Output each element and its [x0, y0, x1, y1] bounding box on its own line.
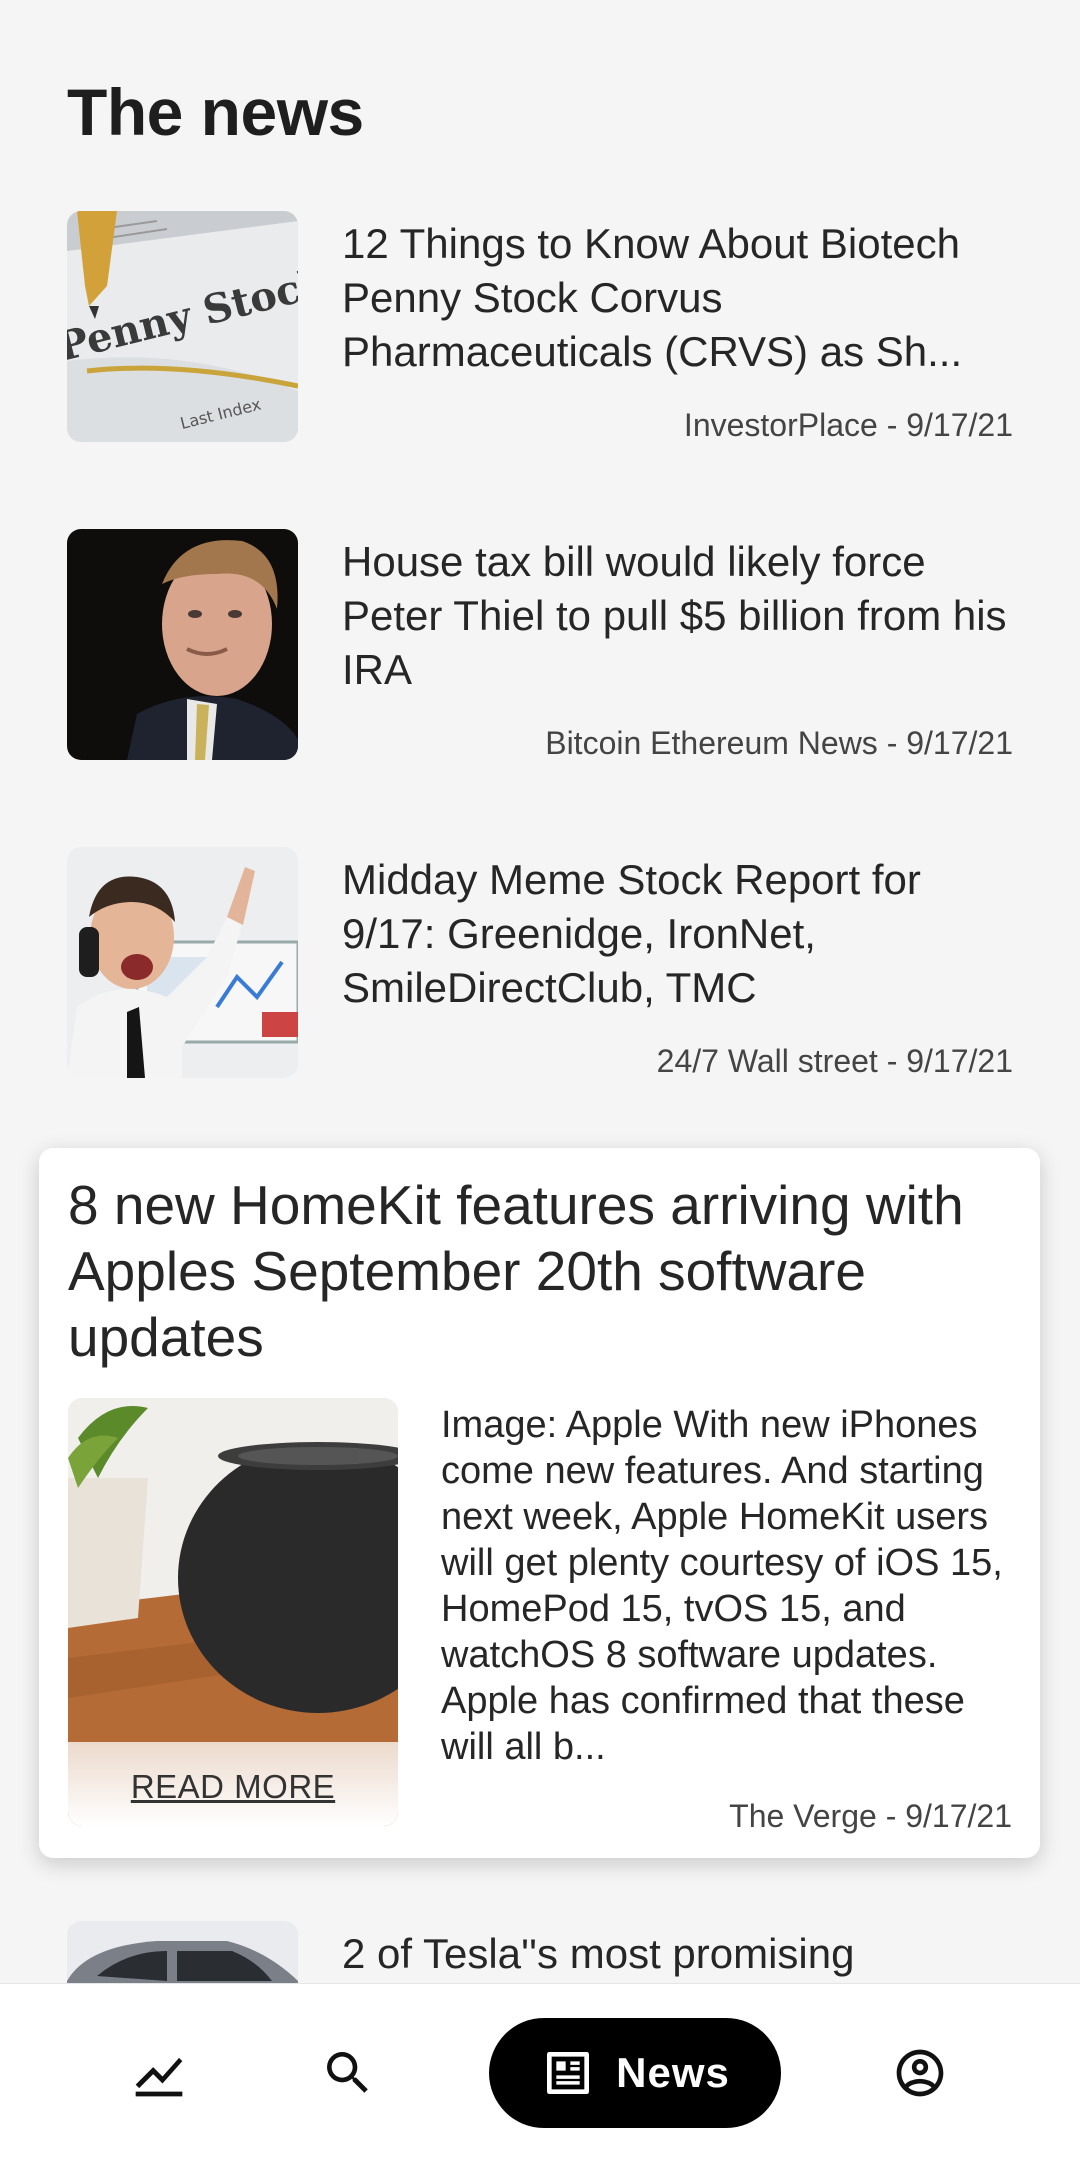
- article-title[interactable]: 2 of Tesla''s most promising: [342, 1927, 1022, 1981]
- featured-article-image[interactable]: READ MORE: [68, 1398, 398, 1826]
- trader-image: [67, 847, 298, 1078]
- read-more-link[interactable]: READ MORE: [68, 1768, 398, 1806]
- article-thumbnail[interactable]: [67, 847, 298, 1078]
- news-item[interactable]: Midday Meme Stock Report for 9/17: Green…: [67, 847, 1013, 1079]
- search-icon: [327, 2052, 368, 2093]
- page-title: The news: [67, 75, 364, 149]
- article-source-date: Bitcoin Ethereum News - 9/17/21: [545, 725, 1013, 761]
- news-item[interactable]: Penny Stocks Last Index 12 Things to Kno…: [67, 211, 1013, 443]
- article-thumbnail[interactable]: [67, 529, 298, 760]
- nav-news-button[interactable]: News: [489, 2018, 781, 2128]
- article-thumbnail[interactable]: Penny Stocks Last Index: [67, 211, 298, 442]
- featured-article-card[interactable]: 8 new HomeKit features arriving with App…: [39, 1148, 1040, 1858]
- nav-news-label: News: [616, 2049, 730, 2096]
- article-source-date: InvestorPlace - 9/17/21: [683, 407, 1013, 443]
- article-title[interactable]: 12 Things to Know About Biotech Penny St…: [342, 217, 1022, 379]
- article-source-date: 24/7 Wall street - 9/17/21: [656, 1043, 1013, 1079]
- bottom-navigation-bar: News: [0, 1983, 1080, 2160]
- account-icon: [896, 2049, 944, 2097]
- featured-article-summary: Image: Apple With new iPhones come new f…: [441, 1404, 1003, 1768]
- portrait-image: [67, 529, 298, 760]
- newspaper-icon: [547, 2052, 590, 2094]
- article-title[interactable]: House tax bill would likely force Peter …: [342, 535, 1022, 697]
- article-title[interactable]: Midday Meme Stock Report for 9/17: Green…: [342, 853, 1022, 1015]
- nav-account-button[interactable]: [865, 2018, 975, 2128]
- nav-search-button[interactable]: [293, 2018, 403, 2128]
- chart-icon: [135, 2057, 183, 2097]
- penny-stocks-image: Penny Stocks Last Index: [67, 211, 298, 442]
- nav-chart-button[interactable]: [104, 2018, 214, 2128]
- featured-article-source-date: The Verge - 9/17/21: [729, 1798, 1012, 1834]
- featured-article-title[interactable]: 8 new HomeKit features arriving with App…: [68, 1172, 1018, 1370]
- news-item[interactable]: House tax bill would likely force Peter …: [67, 529, 1013, 761]
